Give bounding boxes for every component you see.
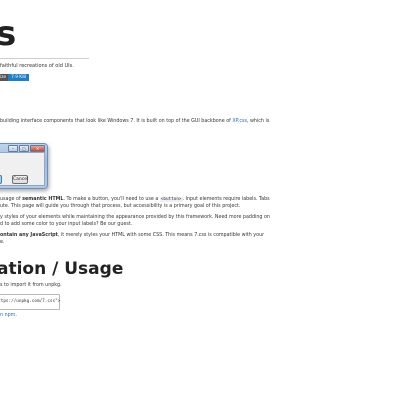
intro-text: building interface components that look … [0,119,233,124]
npm-line-end: . [15,313,17,318]
js-paragraph-line-1: ontain any JavaScript, it merely styles … [0,233,264,239]
installation-subtext: s to import it from unpkg. [0,283,62,288]
window-controls: – □ ✕ [8,145,45,152]
styles-paragraph-line-2: d to add some color to your input labels… [0,222,133,227]
js-paragraph-line-2: e. [0,240,5,245]
ok-button[interactable] [0,175,2,184]
close-icon[interactable]: ✕ [30,145,45,152]
npm-line: n npm. [0,313,17,319]
styles-paragraph-line-1: y styles of your elements while maintain… [0,215,270,220]
unpkg-snippet-field[interactable]: "https://unpkg.com/7.css"> [0,294,60,310]
installation-heading: ation / Usage [0,259,124,279]
semantic-text-2: . To make a button, you'll need to use a [63,197,160,202]
page-title: s [0,14,17,54]
semantic-text-3: . Input elements require labels. Tabs [182,197,270,202]
cancel-button[interactable]: Cancel [12,175,28,184]
size-badge-label: ize [0,74,9,81]
size-badge-value: 7.9 KiB [8,74,30,81]
title-divider [0,58,89,59]
tagline: faithful recreations of old UIs. [0,63,74,69]
intro-paragraph: building interface components that look … [0,119,269,125]
window-preview: – □ ✕ Cancel [0,143,48,189]
intro-text-end: , which is [246,119,270,124]
npm-link[interactable]: n npm [0,313,15,318]
button-code-snippet: <button> [159,197,183,202]
js-text: , it merely styles your HTML with some C… [57,233,265,238]
semantic-text: usage of [0,197,23,202]
size-badge[interactable]: ize 7.9 KiB [0,74,30,81]
semantic-html-bold: semantic HTML [22,197,64,202]
semantic-paragraph-line-1: usage of semantic HTML. To make a button… [0,197,270,203]
maximize-icon[interactable]: □ [19,145,29,152]
no-javascript-bold: ontain any JavaScript [0,233,58,238]
semantic-paragraph-line-2: ute. This page will guide you through th… [0,204,241,209]
minimize-icon[interactable]: – [8,145,18,152]
xp-css-link[interactable]: XP.css [232,119,247,124]
